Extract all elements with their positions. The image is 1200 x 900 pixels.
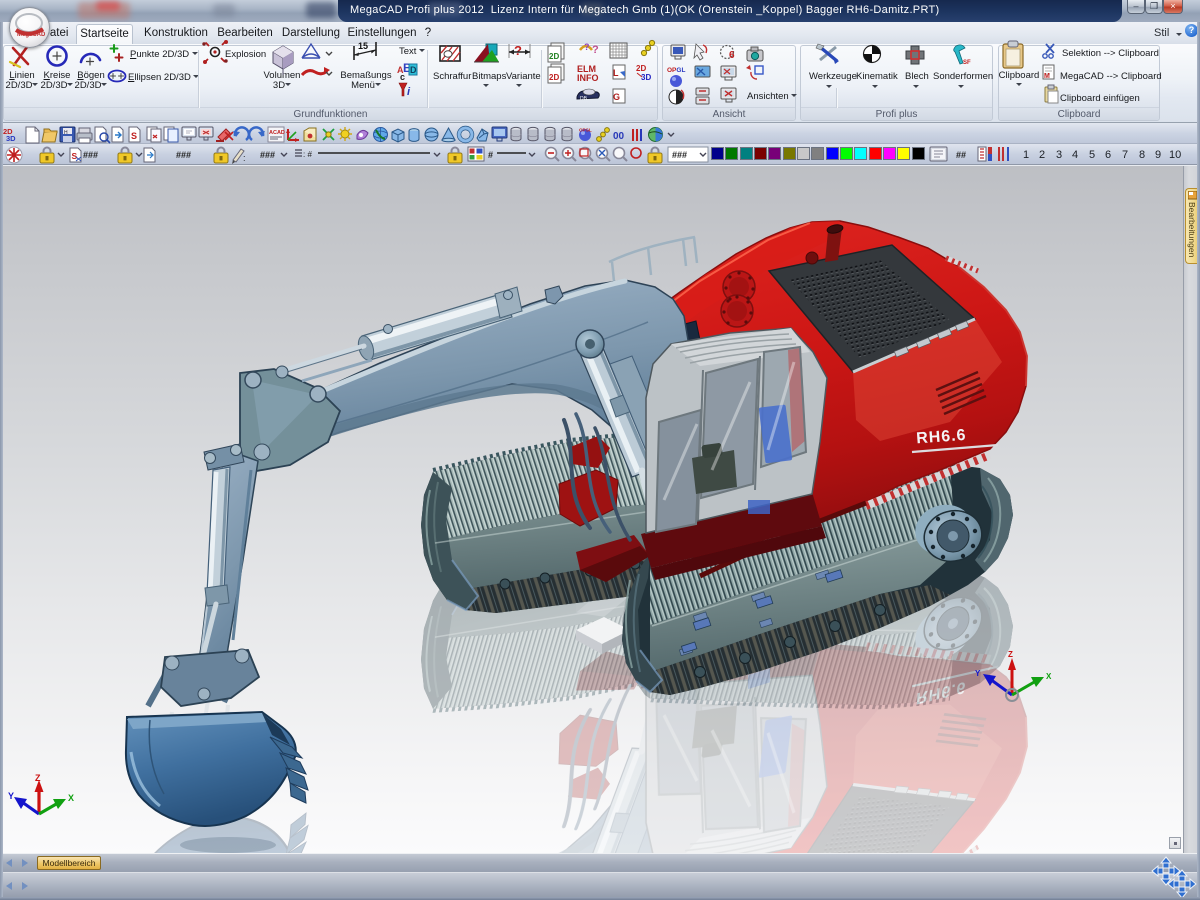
svg-text:Y: Y (8, 791, 14, 801)
svg-text:SF: SF (963, 60, 971, 66)
svg-text:2D3D: 2D3D (3, 127, 16, 143)
svg-text:D: D (410, 65, 417, 75)
svg-text:OPGL: OPGL (667, 67, 685, 74)
svg-text:: #: : # (303, 150, 312, 159)
svg-text:X: X (1046, 672, 1052, 681)
svg-text:i: i (407, 86, 411, 98)
svg-text:3D: 3D (641, 73, 651, 82)
svg-text:2D: 2D (549, 73, 559, 82)
svg-text:Z: Z (35, 773, 41, 783)
svg-text:15: 15 (358, 41, 368, 51)
svg-text:DB: DB (580, 96, 588, 102)
svg-text:##: ## (956, 150, 966, 160)
svg-text:?: ? (592, 44, 599, 56)
svg-text:###: ### (176, 150, 191, 160)
svg-text:#: # (488, 150, 493, 160)
svg-text:X: X (68, 793, 74, 803)
svg-text:INFO: INFO (577, 73, 599, 83)
svg-text:ACAD: ACAD (269, 130, 285, 136)
svg-text:M: M (1044, 73, 1050, 80)
svg-text:RH6.6: RH6.6 (916, 427, 967, 447)
svg-text:2D: 2D (636, 64, 646, 73)
svg-text:H: H (64, 130, 68, 136)
svg-text:00: 00 (613, 131, 625, 142)
svg-text:###: ### (83, 150, 98, 160)
svg-text:###: ### (260, 150, 275, 160)
svg-text:MegaCAD: MegaCAD (17, 32, 46, 38)
svg-text:S: S (131, 131, 137, 141)
svg-text:2D: 2D (549, 52, 559, 61)
svg-text:6: 6 (729, 50, 735, 61)
svg-text:OPGL: OPGL (579, 128, 592, 133)
svg-text:S: S (72, 151, 78, 161)
svg-text:L: L (613, 68, 619, 78)
svg-text:Z: Z (1008, 650, 1013, 659)
svg-text:c: c (400, 72, 405, 82)
svg-text:###: ### (672, 150, 687, 160)
svg-text:?: ? (514, 43, 522, 58)
svg-text:Y: Y (975, 669, 981, 678)
svg-text:?: ? (584, 42, 590, 52)
svg-text::: : (243, 153, 246, 163)
svg-text:G: G (613, 92, 620, 102)
